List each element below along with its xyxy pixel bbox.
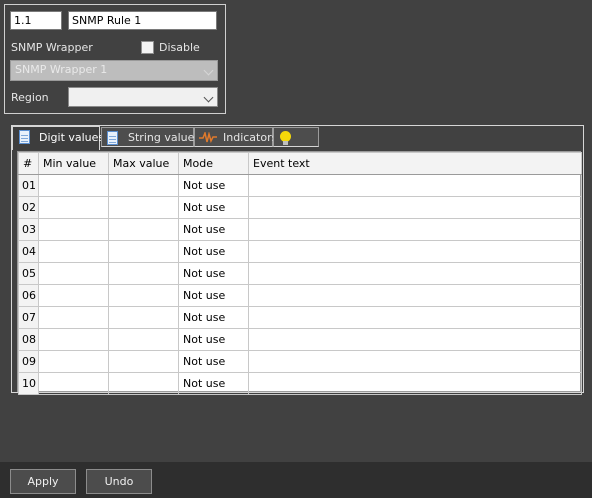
min-value-cell[interactable] <box>38 306 109 329</box>
min-value-cell[interactable] <box>38 372 109 395</box>
column-header-number[interactable]: # <box>18 152 39 175</box>
row-number-cell: 05 <box>18 262 39 285</box>
mode-cell[interactable]: Not use <box>178 174 249 197</box>
mode-cell[interactable]: Not use <box>178 284 249 307</box>
snmp-wrapper-label: SNMP Wrapper <box>11 41 93 54</box>
event-text-cell[interactable] <box>248 196 582 219</box>
grid-header-row: # Min value Max value Mode Event text <box>18 152 582 175</box>
event-text-cell[interactable] <box>248 240 582 263</box>
max-value-cell[interactable] <box>108 196 179 219</box>
min-value-cell[interactable] <box>38 284 109 307</box>
max-value-cell[interactable] <box>108 218 179 241</box>
event-text-cell[interactable] <box>248 284 582 307</box>
column-header-max-value[interactable]: Max value <box>108 152 179 175</box>
table-row[interactable]: 03 Not use <box>18 218 582 241</box>
disable-checkbox[interactable] <box>141 41 154 54</box>
column-header-mode[interactable]: Mode <box>178 152 249 175</box>
table-row[interactable]: 05 Not use <box>18 262 582 285</box>
mode-cell[interactable]: Not use <box>178 372 249 395</box>
max-value-cell[interactable] <box>108 174 179 197</box>
tab-label: String values <box>128 131 201 144</box>
table-row[interactable]: 07 Not use <box>18 306 582 329</box>
disable-label: Disable <box>159 41 200 54</box>
snmp-wrapper-value: SNMP Wrapper 1 <box>15 63 108 76</box>
tab-indicators[interactable]: Indicators <box>194 127 277 147</box>
max-value-cell[interactable] <box>108 262 179 285</box>
row-number-cell: 01 <box>18 174 39 197</box>
row-number-cell: 06 <box>18 284 39 307</box>
digit-values-grid: # Min value Max value Mode Event text 01… <box>17 151 582 395</box>
mode-cell[interactable]: Not use <box>178 240 249 263</box>
lightbulb-icon <box>280 131 291 145</box>
apply-button[interactable]: Apply <box>10 469 76 494</box>
event-text-cell[interactable] <box>248 328 582 351</box>
min-value-cell[interactable] <box>38 174 109 197</box>
rule-name-field[interactable]: SNMP Rule 1 <box>68 11 217 30</box>
document-icon <box>19 130 30 144</box>
min-value-cell[interactable] <box>38 350 109 373</box>
event-text-cell[interactable] <box>248 262 582 285</box>
chevron-down-icon <box>203 65 214 76</box>
max-value-cell[interactable] <box>108 350 179 373</box>
tab-label: Digit values <box>39 131 105 144</box>
min-value-cell[interactable] <box>38 218 109 241</box>
event-text-cell[interactable] <box>248 350 582 373</box>
tab-string-values[interactable]: String values <box>101 127 200 147</box>
table-row[interactable]: 04 Not use <box>18 240 582 263</box>
column-header-event-text[interactable]: Event text <box>248 152 582 175</box>
tab-label: Indicators <box>223 131 278 144</box>
max-value-cell[interactable] <box>108 328 179 351</box>
tab-digit-values[interactable]: Digit values <box>12 126 104 150</box>
document-icon <box>107 131 118 145</box>
event-text-cell[interactable] <box>248 306 582 329</box>
table-row[interactable]: 10 Not use <box>18 372 582 395</box>
mode-cell[interactable]: Not use <box>178 218 249 241</box>
row-number-cell: 02 <box>18 196 39 219</box>
column-header-min-value[interactable]: Min value <box>38 152 109 175</box>
max-value-cell[interactable] <box>108 284 179 307</box>
row-number-cell: 09 <box>18 350 39 373</box>
undo-button[interactable]: Undo <box>86 469 152 494</box>
snmp-wrapper-select[interactable]: SNMP Wrapper 1 <box>10 60 218 81</box>
mode-cell[interactable]: Not use <box>178 262 249 285</box>
mode-cell[interactable]: Not use <box>178 196 249 219</box>
min-value-cell[interactable] <box>38 328 109 351</box>
row-number-cell: 10 <box>18 372 39 395</box>
rule-id-field[interactable]: 1.1 <box>10 11 62 30</box>
row-number-cell: 08 <box>18 328 39 351</box>
table-row[interactable]: 02 Not use <box>18 196 582 219</box>
max-value-cell[interactable] <box>108 240 179 263</box>
event-text-cell[interactable] <box>248 174 582 197</box>
waveform-icon <box>199 132 217 143</box>
table-row[interactable]: 09 Not use <box>18 350 582 373</box>
max-value-cell[interactable] <box>108 306 179 329</box>
max-value-cell[interactable] <box>108 372 179 395</box>
region-label: Region <box>11 91 49 104</box>
mode-cell[interactable]: Not use <box>178 328 249 351</box>
table-row[interactable]: 08 Not use <box>18 328 582 351</box>
region-select[interactable] <box>68 87 218 107</box>
mode-cell[interactable]: Not use <box>178 306 249 329</box>
row-number-cell: 07 <box>18 306 39 329</box>
min-value-cell[interactable] <box>38 240 109 263</box>
table-row[interactable]: 06 Not use <box>18 284 582 307</box>
chevron-down-icon <box>203 92 214 103</box>
tab-lightbulb[interactable] <box>273 127 319 147</box>
row-number-cell: 04 <box>18 240 39 263</box>
min-value-cell[interactable] <box>38 196 109 219</box>
mode-cell[interactable]: Not use <box>178 350 249 373</box>
row-number-cell: 03 <box>18 218 39 241</box>
table-row[interactable]: 01 Not use <box>18 174 582 197</box>
min-value-cell[interactable] <box>38 262 109 285</box>
event-text-cell[interactable] <box>248 218 582 241</box>
event-text-cell[interactable] <box>248 372 582 395</box>
